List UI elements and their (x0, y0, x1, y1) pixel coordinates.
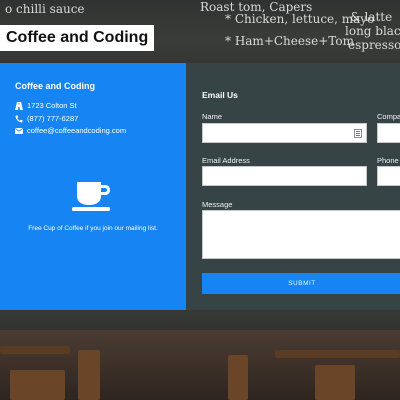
cafe-table (275, 350, 400, 358)
submit-button[interactable]: SUBMIT (202, 273, 400, 294)
email-input[interactable] (202, 166, 367, 186)
address-text: 1723 Colton St (27, 101, 77, 110)
phone-row: (877) 777-6287 (15, 114, 78, 123)
info-title: Coffee and Coding (15, 81, 95, 91)
contact-info-panel: Coffee and Coding 1723 Colton St (877) 7… (0, 63, 186, 310)
site-title: Coffee and Coding (6, 29, 149, 46)
chalk-menu-text: & latte (350, 10, 393, 24)
name-input[interactable] (202, 123, 367, 143)
chalk-menu-text: espresso (348, 38, 400, 52)
coffee-cup-icon (72, 182, 110, 211)
cafe-chair (315, 365, 355, 400)
phone-label: Phone (377, 156, 399, 165)
name-label: Name (202, 112, 223, 121)
cafe-chair (10, 370, 65, 400)
company-label: Compa (377, 112, 400, 121)
chalk-menu-text: o chilli sauce (5, 2, 85, 16)
road-icon (15, 101, 23, 110)
contact-card-icon (354, 129, 362, 138)
email-link[interactable]: coffee@coffeeandcoding.com (27, 126, 126, 135)
site-title-badge: Coffee and Coding (0, 25, 155, 51)
cafe-table (0, 346, 70, 354)
cafe-chair (228, 355, 248, 400)
promo-text: Free Cup of Coffee if you join our maili… (28, 225, 158, 232)
envelope-icon (15, 127, 23, 135)
form-heading: Email Us (202, 90, 238, 100)
chalk-menu-text: * Ham+Cheese+Tom (225, 34, 354, 48)
email-form-panel: Email Us Name Compa Email Address Phone … (186, 63, 400, 310)
phone-text: (877) 777-6287 (27, 114, 79, 123)
phone-input[interactable] (377, 166, 400, 186)
email-address-label: Email Address (202, 156, 250, 165)
address-row: 1723 Colton St (15, 101, 77, 110)
message-label: Message (202, 200, 233, 209)
message-textarea[interactable] (202, 210, 400, 259)
email-row[interactable]: coffee@coffeeandcoding.com (15, 126, 126, 135)
cafe-chair (78, 350, 100, 400)
company-input[interactable] (377, 123, 400, 143)
phone-icon (15, 115, 23, 123)
